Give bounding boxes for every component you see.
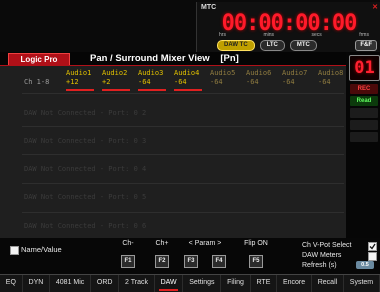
daw-meters-label: DAW Meters [302,252,342,259]
nav-dyn[interactable]: DYN [23,275,51,292]
track-3[interactable]: Audio3 -64 [138,69,174,91]
ch-vpot-select-checkbox[interactable] [368,242,377,251]
right-column: 01 REC Read [346,52,380,238]
row-divider [22,93,344,94]
f2-button[interactable]: F2 [155,255,169,268]
console-screen: MTC ✕ 00:00:00:00 hrs mins secs frms DAW… [0,0,380,292]
track-name: Audio4 [174,69,200,77]
ch-minus-label: Ch- [122,240,134,247]
rec-button[interactable]: REC [350,84,378,94]
refresh-dropdown[interactable]: 0.5 [356,261,374,269]
track-5[interactable]: Audio5 -64 [210,69,246,87]
nav-settings[interactable]: Settings [183,275,222,292]
track-pan-value: -64 [138,78,151,86]
row-divider [22,183,344,184]
track-name: Audio1 [66,69,92,77]
checkmark-icon [369,243,376,250]
title-bar: Logic Pro Pan / Surround Mixer View [Pn] [0,52,380,66]
ch-plus-label: Ch+ [155,240,169,247]
mixer-panel: Ch 1-8 Audio1 +12 Audio2 +2 Audio3 -64 A… [0,66,346,238]
track-1[interactable]: Audio1 +12 [66,69,102,91]
track-name: Audio6 [246,69,272,77]
track-selected-bar [174,89,202,91]
close-icon[interactable]: ✕ [372,3,378,11]
read-button[interactable]: Read [350,96,378,106]
track-pan-value: -64 [246,78,259,86]
unit-seconds: secs [311,32,322,38]
track-selected-bar [66,89,94,91]
track-selected-bar [138,89,166,91]
timecode-units: hrs mins secs frms [219,32,369,38]
mtc-label: MTC [201,4,217,11]
layer-number-display: 01 [349,55,380,81]
port-row-3: DAW Not Connected - Port: 0 3 [24,137,147,145]
unit-hours: hrs [219,32,226,38]
automation-mode-button[interactable] [350,120,378,130]
param-group: < Param > F3 F4 [180,240,230,268]
ch-minus-group: Ch- F1 [116,240,140,268]
track-name: Audio7 [282,69,308,77]
mtc-button[interactable]: MTC [289,40,317,51]
track-pan-value: +2 [102,78,111,86]
port-row-6: DAW Not Connected - Port: 0 6 [24,222,147,230]
ch-plus-group: Ch+ F2 [149,240,175,268]
daw-meters-checkbox[interactable] [368,252,377,261]
refresh-label: Refresh (s) [302,262,337,269]
automation-mode-button[interactable] [350,132,378,142]
track-6[interactable]: Audio6 -64 [246,69,282,87]
page-title: Pan / Surround Mixer View [Pn] [90,53,239,64]
name-value-label: Name/Value [21,245,62,254]
track-name: Audio3 [138,69,164,77]
nav-system[interactable]: System [344,275,380,292]
nav-recall[interactable]: Recall [312,275,344,292]
bottom-nav: EQ DYN 4081 Mic ORD 2 Track DAW Settings… [0,274,380,292]
track-2[interactable]: Audio2 +2 [102,69,138,91]
function-controls: Name/Value Ch- F1 Ch+ F2 < Param > F3 F4 … [0,238,380,274]
row-divider [22,126,344,127]
name-value-checkbox[interactable] [10,246,19,255]
ltc-button[interactable]: LTC [259,40,285,51]
nav-4081-mic[interactable]: 4081 Mic [50,275,92,292]
port-row-4: DAW Not Connected - Port: 0 4 [24,165,147,173]
port-row-2: DAW Not Connected - Port: 0 2 [24,109,147,117]
mtc-panel: MTC ✕ 00:00:00:00 hrs mins secs frms DAW… [196,2,380,52]
nav-filing[interactable]: Filing [221,275,251,292]
track-pan-value: -64 [174,78,187,86]
port-row-5: DAW Not Connected - Port: 0 5 [24,193,147,201]
row-divider [22,212,344,213]
ch-vpot-select-label: Ch V-Pot Select [302,242,352,249]
timecode-source-buttons: DAW TC LTC MTC [217,40,317,51]
param-label: < Param > [188,240,222,247]
track-name: Audio5 [210,69,236,77]
nav-daw[interactable]: DAW [155,275,184,292]
page-mode: [Pn] [220,53,239,64]
f1-button[interactable]: F1 [121,255,135,268]
track-selected-bar [102,89,130,91]
flip-label: Flip ON [244,240,268,247]
f4-button[interactable]: F4 [212,255,226,268]
nav-2-track[interactable]: 2 Track [119,275,155,292]
daw-tc-button[interactable]: DAW TC [217,40,255,51]
channel-range: Ch 1-8 [24,78,50,86]
unit-frames: frms [359,32,369,38]
f5-button[interactable]: F5 [249,255,263,268]
f3-button[interactable]: F3 [184,255,198,268]
nav-eq[interactable]: EQ [0,275,23,292]
nav-rte[interactable]: RTE [251,275,278,292]
automation-mode-button[interactable] [350,108,378,118]
row-divider [22,154,344,155]
track-pan-value: +12 [66,78,79,86]
top-header: MTC ✕ 00:00:00:00 hrs mins secs frms DAW… [0,0,380,52]
nav-encore[interactable]: Encore [277,275,312,292]
track-pan-value: -64 [282,78,295,86]
track-4[interactable]: Audio4 -64 [174,69,210,91]
page-title-text: Pan / Surround Mixer View [90,53,210,64]
ff-button[interactable]: F&F [355,40,377,51]
flip-group: Flip ON F5 [238,240,274,268]
track-name: Audio2 [102,69,128,77]
track-pan-value: -64 [210,78,223,86]
nav-ord[interactable]: ORD [91,275,120,292]
unit-minutes: mins [263,32,274,38]
track-7[interactable]: Audio7 -64 [282,69,318,87]
